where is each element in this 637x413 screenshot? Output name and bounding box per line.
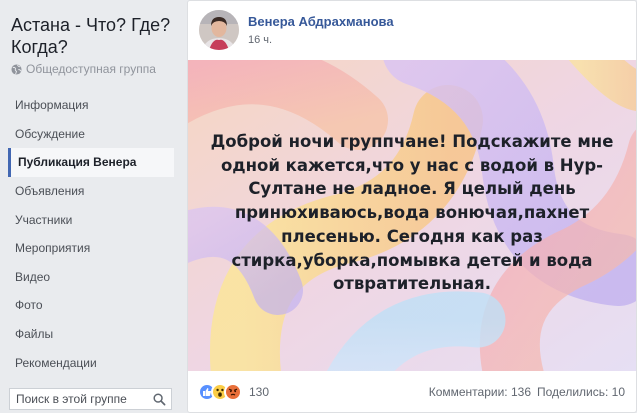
reactions[interactable] (198, 382, 242, 401)
nav-item-post[interactable]: Публикация Венера (8, 148, 174, 177)
nav-item-label: Участники (15, 212, 73, 227)
group-sidebar: Астана - Что? Где? Когда? Общедоступная … (0, 0, 183, 413)
nav-item-photos[interactable]: Фото (0, 291, 183, 320)
nav-item-videos[interactable]: Видео (0, 263, 183, 292)
nav-item-files[interactable]: Файлы (0, 320, 183, 349)
nav-item-events[interactable]: Мероприятия (0, 234, 183, 263)
nav-item-label: Фото (15, 298, 43, 313)
nav-item-members[interactable]: Участники (0, 205, 183, 234)
search-icon[interactable] (153, 393, 166, 406)
nav-item-announcements[interactable]: Объявления (0, 177, 183, 206)
group-search-input[interactable] (16, 392, 146, 406)
reaction-count[interactable]: 130 (249, 385, 269, 399)
avatar[interactable] (199, 10, 239, 50)
avatar-image (199, 10, 239, 50)
nav-item-label: Обсуждение (15, 126, 85, 141)
group-privacy-label: Общедоступная группа (26, 62, 156, 76)
nav-item-label: Объявления (15, 184, 85, 199)
nav-item-discussion[interactable]: Обсуждение (0, 120, 183, 149)
nav-item-label: Видео (15, 269, 51, 284)
post-text: Доброй ночи группчане! Подскажите мне од… (210, 132, 614, 294)
post-content: Доброй ночи группчане! Подскажите мне од… (188, 60, 636, 371)
post-card: Венера Абдрахманова 16 ч. Доброй ночи гр… (187, 0, 637, 413)
nav-item-label: Публикация Венера (18, 155, 137, 170)
nav-item-label: Информация (15, 98, 89, 113)
group-search (9, 388, 172, 410)
group-privacy: Общедоступная группа (11, 62, 156, 76)
comments-count-link[interactable]: Комментарии: 136 (429, 385, 531, 399)
post-stats: Комментарии: 136 Поделились: 10 (429, 385, 625, 399)
nav-item-label: Мероприятия (15, 241, 91, 256)
nav-item-recommendations[interactable]: Рекомендации (0, 348, 183, 377)
post-author[interactable]: Венера Абдрахманова (248, 14, 394, 29)
nav-item-label: Файлы (15, 327, 54, 342)
globe-icon (11, 63, 22, 75)
group-title[interactable]: Астана - Что? Где? Когда? (11, 14, 181, 58)
nav-item-info[interactable]: Информация (0, 91, 183, 120)
shares-count-link[interactable]: Поделились: 10 (537, 385, 625, 399)
nav-item-label: Рекомендации (15, 355, 97, 370)
group-nav: Информация Обсуждение Публикация Венера … (0, 91, 183, 377)
angry-icon (224, 382, 242, 401)
post-timestamp[interactable]: 16 ч. (248, 34, 272, 46)
post-footer: 130 Комментарии: 136 Поделились: 10 (188, 371, 636, 412)
